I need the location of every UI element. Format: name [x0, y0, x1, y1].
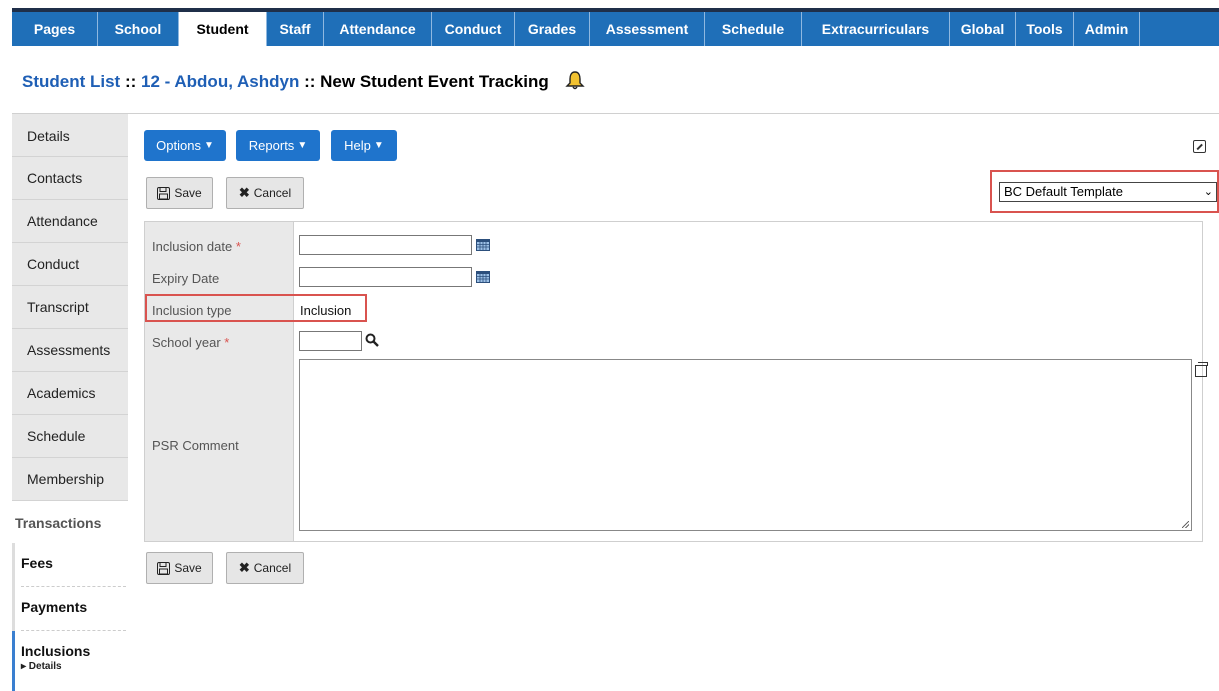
sidebar-item-schedule[interactable]: Schedule	[12, 415, 128, 458]
template-select[interactable]: BC Default Template ⌄	[999, 182, 1217, 202]
sidebar-item-contacts[interactable]: Contacts	[12, 157, 128, 200]
cancel-label: Cancel	[253, 561, 292, 575]
sidebar-item-attendance[interactable]: Attendance	[12, 200, 128, 243]
tab-assessment[interactable]: Assessment	[590, 12, 705, 46]
psr-comment-label: PSR Comment	[152, 438, 239, 453]
expiry-date-label: Expiry Date	[152, 271, 220, 286]
tab-tools[interactable]: Tools	[1016, 12, 1074, 46]
calendar-icon[interactable]	[476, 271, 490, 283]
close-icon: ✖	[238, 185, 250, 200]
calendar-icon[interactable]	[476, 239, 490, 251]
sidebar-item-assessments[interactable]: Assessments	[12, 329, 128, 372]
options-label: Options	[156, 138, 201, 153]
school-year-input[interactable]	[299, 331, 362, 351]
search-icon[interactable]	[365, 333, 379, 347]
top-navigation: Pages School Student Staff Attendance Co…	[0, 0, 1219, 46]
cancel-button[interactable]: ✖ Cancel	[226, 552, 304, 584]
tab-admin[interactable]: Admin	[1074, 12, 1140, 46]
sidebar-subitem-details[interactable]: ▸ Details	[21, 661, 128, 672]
sidebar-item-inclusions[interactable]: Inclusions ▸ Details	[12, 631, 128, 691]
tab-school[interactable]: School	[98, 12, 179, 46]
caret-down-icon: ▼	[203, 140, 214, 151]
school-year-label: School year *	[152, 335, 230, 350]
popout-icon[interactable]	[1193, 140, 1206, 153]
resize-handle-icon[interactable]	[1182, 521, 1189, 528]
tab-extracurriculars[interactable]: Extracurriculars	[802, 12, 950, 46]
bell-icon[interactable]	[565, 70, 586, 95]
tab-global[interactable]: Global	[950, 12, 1016, 46]
inclusion-type-highlight-box	[145, 294, 367, 322]
expand-window-icon[interactable]	[1195, 362, 1208, 377]
cancel-label: Cancel	[253, 186, 292, 200]
floppy-disk-icon	[157, 561, 171, 575]
tab-attendance[interactable]: Attendance	[324, 12, 432, 46]
caret-down-icon: ▼	[297, 140, 308, 151]
sidebar-section-transactions: Transactions	[15, 515, 102, 531]
save-button[interactable]: Save	[146, 552, 213, 584]
sidebar-item-transcript[interactable]: Transcript	[12, 286, 128, 329]
chevron-down-icon: ⌄	[1203, 186, 1213, 198]
breadcrumb: Student List :: 12 - Abdou, Ashdyn :: Ne…	[22, 70, 586, 95]
caret-down-icon: ▼	[373, 140, 384, 151]
page-title: New Student Event Tracking	[320, 71, 549, 91]
psr-comment-textarea[interactable]	[299, 359, 1192, 531]
breadcrumb-student-link[interactable]: 12 - Abdou, Ashdyn	[141, 72, 299, 91]
inclusion-date-label: Inclusion date *	[152, 239, 241, 254]
template-selected-value: BC Default Template	[1004, 184, 1123, 199]
reports-label: Reports	[248, 138, 295, 153]
tab-staff[interactable]: Staff	[267, 12, 324, 46]
tab-conduct[interactable]: Conduct	[432, 12, 515, 46]
breadcrumb-separator: ::	[120, 71, 141, 91]
sidebar-item-academics[interactable]: Academics	[12, 372, 128, 415]
breadcrumb-divider	[12, 113, 1219, 114]
tab-pages[interactable]: Pages	[12, 12, 98, 46]
reports-menu-button[interactable]: Reports ▼	[236, 130, 320, 161]
tab-grades[interactable]: Grades	[515, 12, 590, 46]
save-label: Save	[174, 186, 202, 200]
tab-bar: Pages School Student Staff Attendance Co…	[12, 12, 1219, 46]
breadcrumb-separator: ::	[299, 71, 321, 91]
close-icon: ✖	[238, 560, 250, 575]
sidebar-item-membership[interactable]: Membership	[12, 458, 128, 501]
required-marker: *	[235, 239, 241, 254]
sidebar: Details Contacts Attendance Conduct Tran…	[12, 114, 128, 691]
help-menu-button[interactable]: Help ▼	[331, 130, 397, 161]
sidebar-item-label: Inclusions	[21, 643, 91, 659]
expiry-date-input[interactable]	[299, 267, 472, 287]
inclusion-form: Inclusion date * Expiry Date Inclusion t…	[144, 221, 1208, 542]
breadcrumb-student-list-link[interactable]: Student List	[22, 72, 120, 91]
options-menu-button[interactable]: Options ▼	[144, 130, 226, 161]
tab-student[interactable]: Student	[179, 12, 267, 46]
floppy-disk-icon	[157, 186, 171, 200]
tab-schedule[interactable]: Schedule	[705, 12, 802, 46]
cancel-button[interactable]: ✖ Cancel	[226, 177, 304, 209]
sidebar-item-payments[interactable]: Payments	[12, 587, 128, 631]
sidebar-item-fees[interactable]: Fees	[12, 543, 128, 587]
inclusion-date-input[interactable]	[299, 235, 472, 255]
sidebar-item-details[interactable]: Details	[12, 114, 128, 157]
form-label-column	[145, 222, 294, 541]
save-label: Save	[174, 561, 202, 575]
sidebar-item-conduct[interactable]: Conduct	[12, 243, 128, 286]
save-button[interactable]: Save	[146, 177, 213, 209]
required-marker: *	[224, 335, 230, 350]
help-label: Help	[344, 138, 371, 153]
